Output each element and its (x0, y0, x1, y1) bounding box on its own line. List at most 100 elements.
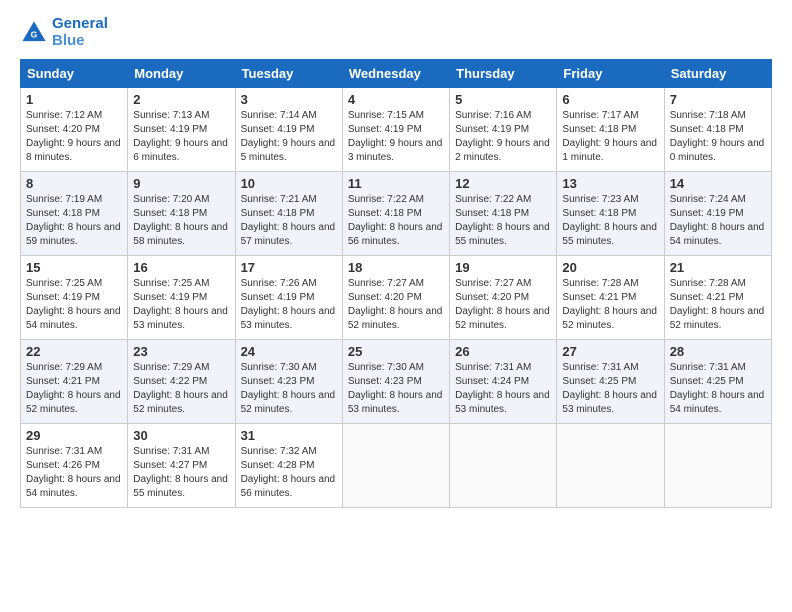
day-cell: 19 Sunrise: 7:27 AM Sunset: 4:20 PM Dayli… (450, 256, 557, 340)
week-row-1: 8 Sunrise: 7:19 AM Sunset: 4:18 PM Daylig… (21, 172, 772, 256)
day-number: 10 (241, 176, 337, 191)
col-tuesday: Tuesday (235, 60, 342, 88)
day-cell: 1Sunrise: 7:12 AM Sunset: 4:20 PM Daylig… (21, 88, 128, 172)
day-number: 16 (133, 260, 229, 275)
day-info: Sunrise: 7:31 AM Sunset: 4:27 PM Dayligh… (133, 445, 229, 501)
day-info: Sunrise: 7:31 AM Sunset: 4:26 PM Dayligh… (26, 445, 122, 501)
day-number: 2 (133, 92, 229, 107)
day-info: Sunrise: 7:22 AM Sunset: 4:18 PM Dayligh… (348, 193, 444, 249)
week-row-3: 22 Sunrise: 7:29 AM Sunset: 4:21 PM Dayli… (21, 340, 772, 424)
day-cell: 18 Sunrise: 7:27 AM Sunset: 4:20 PM Dayli… (342, 256, 449, 340)
day-cell: 15Sunrise: 7:25 AM Sunset: 4:19 PM Dayli… (21, 256, 128, 340)
day-info: Sunrise: 7:19 AM Sunset: 4:18 PM Dayligh… (26, 193, 122, 249)
day-info: Sunrise: 7:14 AM Sunset: 4:19 PM Dayligh… (241, 109, 337, 165)
day-info: Sunrise: 7:26 AM Sunset: 4:19 PM Dayligh… (241, 277, 337, 333)
logo-icon: G (20, 19, 48, 47)
day-number: 22 (26, 344, 122, 359)
day-info: Sunrise: 7:31 AM Sunset: 4:24 PM Dayligh… (455, 361, 551, 417)
day-number: 17 (241, 260, 337, 275)
day-cell: 30 Sunrise: 7:31 AM Sunset: 4:27 PM Dayli… (128, 424, 235, 508)
week-row-0: 1Sunrise: 7:12 AM Sunset: 4:20 PM Daylig… (21, 88, 772, 172)
calendar-container: G General Blue Sunday Monday Tuesday Wed… (0, 0, 792, 518)
day-number: 19 (455, 260, 551, 275)
day-cell: 4 Sunrise: 7:15 AM Sunset: 4:19 PM Daylig… (342, 88, 449, 172)
day-cell: 14Sunrise: 7:24 AM Sunset: 4:19 PM Dayli… (664, 172, 771, 256)
day-cell: 10 Sunrise: 7:21 AM Sunset: 4:18 PM Dayli… (235, 172, 342, 256)
day-cell (342, 424, 449, 508)
day-number: 28 (670, 344, 766, 359)
col-friday: Friday (557, 60, 664, 88)
day-cell: 21 Sunrise: 7:28 AM Sunset: 4:21 PM Dayli… (664, 256, 771, 340)
day-info: Sunrise: 7:24 AM Sunset: 4:19 PM Dayligh… (670, 193, 766, 249)
day-cell: 11Sunrise: 7:22 AM Sunset: 4:18 PM Dayli… (342, 172, 449, 256)
svg-text:G: G (31, 29, 38, 39)
day-number: 15 (26, 260, 122, 275)
day-cell: 17 Sunrise: 7:26 AM Sunset: 4:19 PM Dayli… (235, 256, 342, 340)
day-number: 30 (133, 428, 229, 443)
day-info: Sunrise: 7:31 AM Sunset: 4:25 PM Dayligh… (562, 361, 658, 417)
day-cell: 7 Sunrise: 7:18 AM Sunset: 4:18 PM Daylig… (664, 88, 771, 172)
week-row-4: 29 Sunrise: 7:31 AM Sunset: 4:26 PM Dayli… (21, 424, 772, 508)
day-number: 18 (348, 260, 444, 275)
day-cell: 16Sunrise: 7:25 AM Sunset: 4:19 PM Dayli… (128, 256, 235, 340)
day-cell: 6 Sunrise: 7:17 AM Sunset: 4:18 PM Daylig… (557, 88, 664, 172)
day-cell: 5Sunrise: 7:16 AM Sunset: 4:19 PM Daylig… (450, 88, 557, 172)
day-cell: 27 Sunrise: 7:31 AM Sunset: 4:25 PM Dayli… (557, 340, 664, 424)
day-cell: 28 Sunrise: 7:31 AM Sunset: 4:25 PM Dayli… (664, 340, 771, 424)
day-cell: 20Sunrise: 7:28 AM Sunset: 4:21 PM Dayli… (557, 256, 664, 340)
day-number: 7 (670, 92, 766, 107)
day-cell: 12 Sunrise: 7:22 AM Sunset: 4:18 PM Dayli… (450, 172, 557, 256)
day-info: Sunrise: 7:21 AM Sunset: 4:18 PM Dayligh… (241, 193, 337, 249)
day-number: 5 (455, 92, 551, 107)
day-info: Sunrise: 7:20 AM Sunset: 4:18 PM Dayligh… (133, 193, 229, 249)
day-cell (450, 424, 557, 508)
day-info: Sunrise: 7:27 AM Sunset: 4:20 PM Dayligh… (348, 277, 444, 333)
day-number: 24 (241, 344, 337, 359)
day-info: Sunrise: 7:27 AM Sunset: 4:20 PM Dayligh… (455, 277, 551, 333)
day-cell: 3 Sunrise: 7:14 AM Sunset: 4:19 PM Daylig… (235, 88, 342, 172)
day-number: 6 (562, 92, 658, 107)
day-info: Sunrise: 7:32 AM Sunset: 4:28 PM Dayligh… (241, 445, 337, 501)
day-info: Sunrise: 7:13 AM Sunset: 4:19 PM Dayligh… (133, 109, 229, 165)
day-number: 3 (241, 92, 337, 107)
day-info: Sunrise: 7:30 AM Sunset: 4:23 PM Dayligh… (348, 361, 444, 417)
day-number: 20 (562, 260, 658, 275)
header: G General Blue (20, 16, 772, 49)
day-info: Sunrise: 7:30 AM Sunset: 4:23 PM Dayligh… (241, 361, 337, 417)
day-cell: 25 Sunrise: 7:30 AM Sunset: 4:23 PM Dayli… (342, 340, 449, 424)
week-row-2: 15Sunrise: 7:25 AM Sunset: 4:19 PM Dayli… (21, 256, 772, 340)
day-cell: 29 Sunrise: 7:31 AM Sunset: 4:26 PM Dayli… (21, 424, 128, 508)
day-number: 29 (26, 428, 122, 443)
logo-text: General Blue (52, 16, 108, 49)
day-number: 26 (455, 344, 551, 359)
day-cell: 2 Sunrise: 7:13 AM Sunset: 4:19 PM Daylig… (128, 88, 235, 172)
day-number: 31 (241, 428, 337, 443)
day-number: 13 (562, 176, 658, 191)
day-info: Sunrise: 7:22 AM Sunset: 4:18 PM Dayligh… (455, 193, 551, 249)
day-number: 23 (133, 344, 229, 359)
day-info: Sunrise: 7:29 AM Sunset: 4:21 PM Dayligh… (26, 361, 122, 417)
day-cell (664, 424, 771, 508)
day-cell: 26 Sunrise: 7:31 AM Sunset: 4:24 PM Dayli… (450, 340, 557, 424)
day-number: 27 (562, 344, 658, 359)
day-number: 25 (348, 344, 444, 359)
day-info: Sunrise: 7:15 AM Sunset: 4:19 PM Dayligh… (348, 109, 444, 165)
day-number: 8 (26, 176, 122, 191)
col-thursday: Thursday (450, 60, 557, 88)
day-number: 12 (455, 176, 551, 191)
day-number: 21 (670, 260, 766, 275)
col-sunday: Sunday (21, 60, 128, 88)
header-row: Sunday Monday Tuesday Wednesday Thursday… (21, 60, 772, 88)
calendar-table: Sunday Monday Tuesday Wednesday Thursday… (20, 59, 772, 508)
day-info: Sunrise: 7:31 AM Sunset: 4:25 PM Dayligh… (670, 361, 766, 417)
day-cell: 24 Sunrise: 7:30 AM Sunset: 4:23 PM Dayli… (235, 340, 342, 424)
col-monday: Monday (128, 60, 235, 88)
day-info: Sunrise: 7:17 AM Sunset: 4:18 PM Dayligh… (562, 109, 658, 165)
day-cell: 22 Sunrise: 7:29 AM Sunset: 4:21 PM Dayli… (21, 340, 128, 424)
day-number: 4 (348, 92, 444, 107)
day-info: Sunrise: 7:28 AM Sunset: 4:21 PM Dayligh… (670, 277, 766, 333)
day-info: Sunrise: 7:18 AM Sunset: 4:18 PM Dayligh… (670, 109, 766, 165)
day-number: 1 (26, 92, 122, 107)
day-info: Sunrise: 7:29 AM Sunset: 4:22 PM Dayligh… (133, 361, 229, 417)
day-cell: 31 Sunrise: 7:32 AM Sunset: 4:28 PM Dayli… (235, 424, 342, 508)
